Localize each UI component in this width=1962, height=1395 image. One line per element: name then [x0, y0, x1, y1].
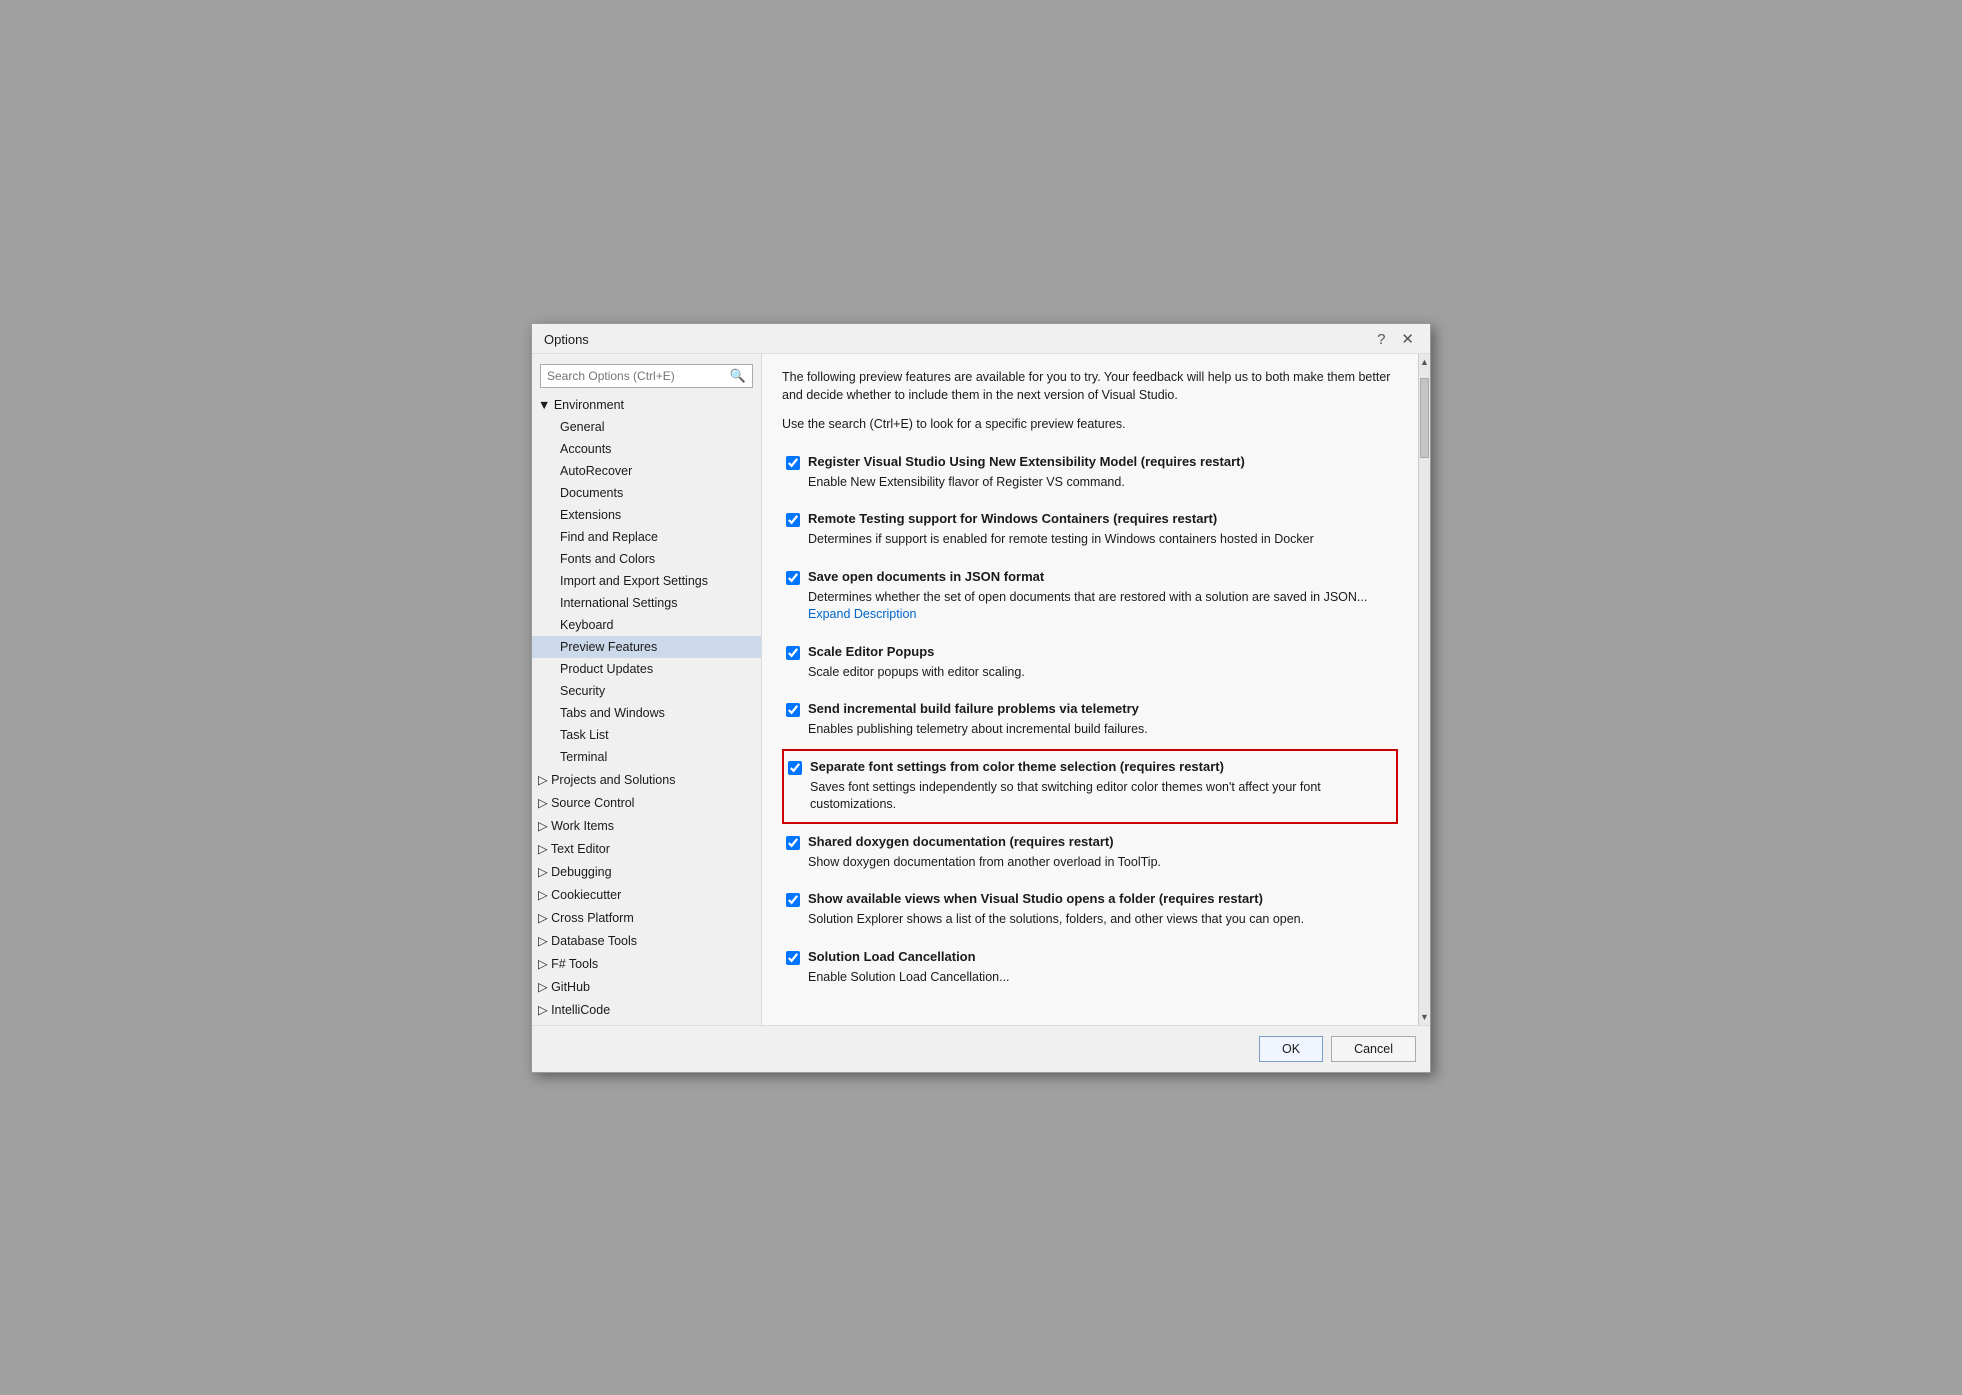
sidebar-item-cross-platform[interactable]: ▷ Cross Platform: [532, 906, 761, 929]
feature-title-show-views: Show available views when Visual Studio …: [808, 891, 1263, 906]
feature-header: Save open documents in JSON format: [786, 569, 1394, 585]
tree-container[interactable]: ▼ Environment General Accounts AutoRecov…: [532, 394, 761, 1021]
sidebar-item-general[interactable]: General: [532, 416, 761, 438]
expand-description-link[interactable]: Expand Description: [808, 607, 916, 621]
feature-header: Register Visual Studio Using New Extensi…: [786, 454, 1394, 470]
feature-desc-save-json: Determines whether the set of open docum…: [808, 589, 1394, 624]
dialog-footer: OK Cancel: [532, 1025, 1430, 1072]
sidebar-item-extensions[interactable]: Extensions: [532, 504, 761, 526]
help-button[interactable]: ?: [1373, 332, 1389, 347]
cancel-button[interactable]: Cancel: [1331, 1036, 1416, 1062]
feature-title-register-vs: Register Visual Studio Using New Extensi…: [808, 454, 1245, 469]
intro-text-2: Use the search (Ctrl+E) to look for a sp…: [782, 415, 1398, 434]
dialog-title: Options: [544, 332, 589, 347]
feature-shared-doxygen: Shared doxygen documentation (requires r…: [782, 824, 1398, 882]
sidebar-item-cookiecutter[interactable]: ▷ Cookiecutter: [532, 883, 761, 906]
feature-title-save-json: Save open documents in JSON format: [808, 569, 1044, 584]
feature-title-separate-font: Separate font settings from color theme …: [810, 759, 1224, 774]
sidebar-item-product-updates[interactable]: Product Updates: [532, 658, 761, 680]
feature-header: Send incremental build failure problems …: [786, 701, 1394, 717]
sidebar-item-fonts-colors[interactable]: Fonts and Colors: [532, 548, 761, 570]
sidebar-item-projects[interactable]: ▷ Projects and Solutions: [532, 768, 761, 791]
scroll-track[interactable]: [1419, 370, 1430, 1009]
feature-list: Register Visual Studio Using New Extensi…: [782, 444, 1398, 997]
feature-desc-telemetry: Enables publishing telemetry about incre…: [808, 721, 1394, 739]
feature-checkbox-shared-doxygen[interactable]: [786, 836, 800, 850]
feature-show-views: Show available views when Visual Studio …: [782, 881, 1398, 939]
sidebar-item-task-list[interactable]: Task List: [532, 724, 761, 746]
feature-header: Scale Editor Popups: [786, 644, 1394, 660]
feature-solution-load: Solution Load Cancellation Enable Soluti…: [782, 939, 1398, 997]
close-button[interactable]: ✕: [1397, 332, 1418, 347]
intro-text-1: The following preview features are avail…: [782, 368, 1398, 406]
scroll-up-arrow[interactable]: ▲: [1420, 354, 1429, 370]
feature-checkbox-separate-font[interactable]: [788, 761, 802, 775]
sidebar: 🔍 ▼ Environment General Accounts AutoRec…: [532, 354, 762, 1025]
feature-checkbox-solution-load[interactable]: [786, 951, 800, 965]
feature-desc-register-vs: Enable New Extensibility flavor of Regis…: [808, 474, 1394, 492]
sidebar-item-work-items[interactable]: ▷ Work Items: [532, 814, 761, 837]
sidebar-item-preview-features[interactable]: Preview Features: [532, 636, 761, 658]
scroll-thumb[interactable]: [1420, 378, 1429, 458]
sidebar-item-debugging[interactable]: ▷ Debugging: [532, 860, 761, 883]
sidebar-item-source-control[interactable]: ▷ Source Control: [532, 791, 761, 814]
sidebar-item-import-export[interactable]: Import and Export Settings: [532, 570, 761, 592]
feature-desc-remote-testing: Determines if support is enabled for rem…: [808, 531, 1394, 549]
content-scroll: The following preview features are avail…: [762, 354, 1418, 1025]
sidebar-item-documents[interactable]: Documents: [532, 482, 761, 504]
feature-checkbox-show-views[interactable]: [786, 893, 800, 907]
feature-desc-show-views: Solution Explorer shows a list of the so…: [808, 911, 1394, 929]
main-content: The following preview features are avail…: [762, 354, 1430, 1025]
sidebar-item-autorecover[interactable]: AutoRecover: [532, 460, 761, 482]
sidebar-item-accounts[interactable]: Accounts: [532, 438, 761, 460]
sidebar-item-github[interactable]: ▷ GitHub: [532, 975, 761, 998]
sidebar-item-intellicode[interactable]: ▷ IntelliCode: [532, 998, 761, 1021]
feature-checkbox-scale-editor[interactable]: [786, 646, 800, 660]
search-icon: 🔍: [730, 368, 746, 384]
feature-title-telemetry: Send incremental build failure problems …: [808, 701, 1139, 716]
feature-title-solution-load: Solution Load Cancellation: [808, 949, 976, 964]
feature-desc-shared-doxygen: Show doxygen documentation from another …: [808, 854, 1394, 872]
feature-scale-editor: Scale Editor Popups Scale editor popups …: [782, 634, 1398, 692]
feature-checkbox-remote-testing[interactable]: [786, 513, 800, 527]
title-bar: Options ? ✕: [532, 324, 1430, 354]
dialog-body: 🔍 ▼ Environment General Accounts AutoRec…: [532, 354, 1430, 1025]
feature-header: Remote Testing support for Windows Conta…: [786, 511, 1394, 527]
feature-register-vs: Register Visual Studio Using New Extensi…: [782, 444, 1398, 502]
sidebar-item-tabs-windows[interactable]: Tabs and Windows: [532, 702, 761, 724]
feature-remote-testing: Remote Testing support for Windows Conta…: [782, 501, 1398, 559]
feature-checkbox-save-json[interactable]: [786, 571, 800, 585]
feature-title-scale-editor: Scale Editor Popups: [808, 644, 934, 659]
sidebar-item-text-editor[interactable]: ▷ Text Editor: [532, 837, 761, 860]
sidebar-item-find-replace[interactable]: Find and Replace: [532, 526, 761, 548]
feature-telemetry: Send incremental build failure problems …: [782, 691, 1398, 749]
feature-header: Show available views when Visual Studio …: [786, 891, 1394, 907]
sidebar-item-terminal[interactable]: Terminal: [532, 746, 761, 768]
feature-desc-scale-editor: Scale editor popups with editor scaling.: [808, 664, 1394, 682]
feature-checkbox-telemetry[interactable]: [786, 703, 800, 717]
sidebar-item-keyboard[interactable]: Keyboard: [532, 614, 761, 636]
sidebar-item-database-tools[interactable]: ▷ Database Tools: [532, 929, 761, 952]
scroll-down-arrow[interactable]: ▼: [1420, 1009, 1429, 1025]
ok-button[interactable]: OK: [1259, 1036, 1323, 1062]
feature-desc-separate-font: Saves font settings independently so tha…: [810, 779, 1392, 814]
feature-header: Separate font settings from color theme …: [788, 759, 1392, 775]
feature-save-json: Save open documents in JSON format Deter…: [782, 559, 1398, 634]
feature-checkbox-register-vs[interactable]: [786, 456, 800, 470]
options-dialog: Options ? ✕ 🔍 ▼ Environment General Acco…: [531, 323, 1431, 1073]
feature-desc-solution-load: Enable Solution Load Cancellation...: [808, 969, 1394, 987]
search-box[interactable]: 🔍: [540, 364, 753, 388]
feature-title-shared-doxygen: Shared doxygen documentation (requires r…: [808, 834, 1114, 849]
sidebar-item-security[interactable]: Security: [532, 680, 761, 702]
sidebar-item-environment[interactable]: ▼ Environment: [532, 394, 761, 416]
sidebar-item-international[interactable]: International Settings: [532, 592, 761, 614]
search-input[interactable]: [547, 369, 730, 383]
title-bar-buttons: ? ✕: [1373, 332, 1418, 347]
feature-title-remote-testing: Remote Testing support for Windows Conta…: [808, 511, 1217, 526]
content-scrollbar[interactable]: ▲ ▼: [1418, 354, 1430, 1025]
feature-separate-font: Separate font settings from color theme …: [782, 749, 1398, 824]
sidebar-item-fsharp-tools[interactable]: ▷ F# Tools: [532, 952, 761, 975]
feature-header: Shared doxygen documentation (requires r…: [786, 834, 1394, 850]
feature-header: Solution Load Cancellation: [786, 949, 1394, 965]
